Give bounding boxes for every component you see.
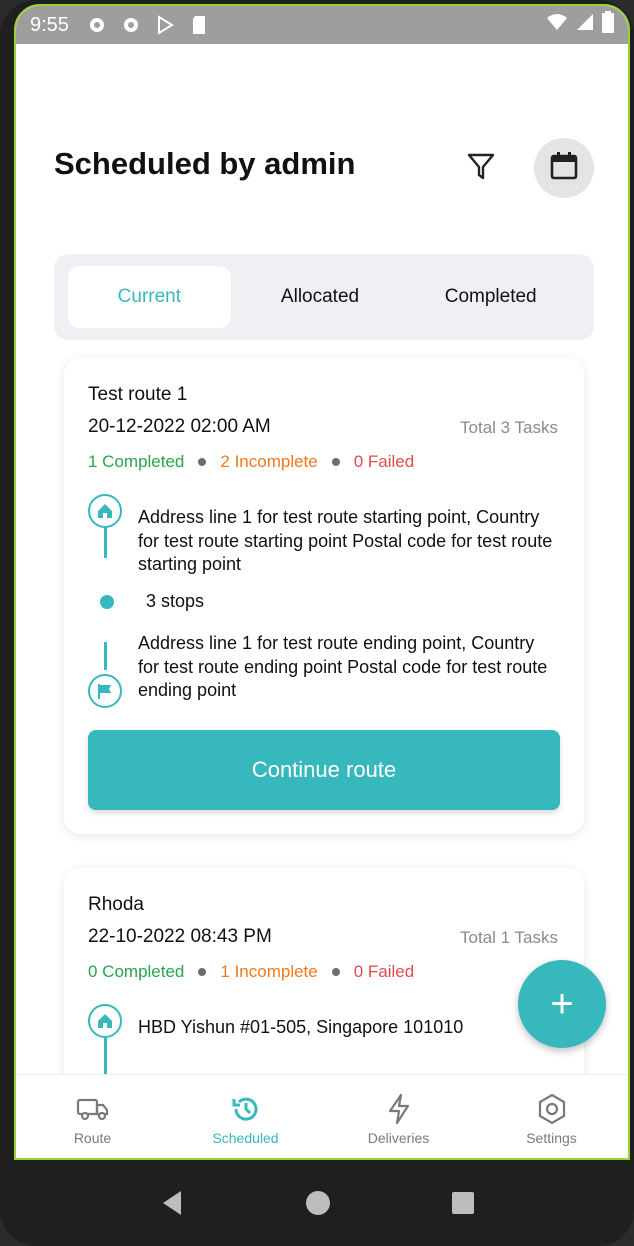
total-tasks: Total 1 Tasks xyxy=(460,928,558,947)
separator-dot xyxy=(198,968,207,976)
separator-dot xyxy=(331,458,340,466)
nav-label: Scheduled xyxy=(212,1129,279,1146)
status-time: 9:55 xyxy=(30,13,69,36)
separator-dot xyxy=(198,458,207,466)
wifi-icon xyxy=(546,13,568,37)
gear-icon xyxy=(85,13,109,37)
timeline-line xyxy=(104,528,107,558)
tab-completed[interactable]: Completed xyxy=(409,266,572,328)
app-screen: 9:55 Scheduled by admin Current Allocate… xyxy=(14,4,630,1160)
play-store-icon xyxy=(153,13,177,37)
route-card[interactable]: Test route 1 20-12-2022 02:00 AM Total 3… xyxy=(64,358,584,834)
completed-count: 1 Completed xyxy=(88,452,185,471)
home-button-icon[interactable] xyxy=(305,1190,331,1216)
status-bar: 9:55 xyxy=(16,6,628,44)
nav-item-deliveries[interactable]: Deliveries xyxy=(322,1075,475,1158)
nav-label: Route xyxy=(73,1129,112,1146)
nav-item-scheduled[interactable]: Scheduled xyxy=(169,1075,322,1158)
nav-label: Settings xyxy=(526,1129,577,1146)
start-address: Address line 1 for test route starting p… xyxy=(138,507,553,574)
failed-count: 0 Failed xyxy=(353,962,415,981)
timeline-line xyxy=(104,1038,107,1078)
stops-count: 3 stops xyxy=(146,591,205,611)
route-name: Test route 1 xyxy=(88,384,188,405)
timeline-line xyxy=(104,642,107,670)
bottom-nav: Route Scheduled Deliveries Settings xyxy=(16,1074,628,1158)
tab-current[interactable]: Current xyxy=(68,266,231,328)
truck-icon xyxy=(76,1092,110,1126)
phone-frame: 9:55 Scheduled by admin Current Allocate… xyxy=(0,0,634,1246)
end-address: Address line 1 for test route ending poi… xyxy=(138,633,548,700)
signal-icon xyxy=(576,13,594,37)
stops-dot xyxy=(100,595,114,609)
completed-count: 0 Completed xyxy=(88,962,185,981)
gear-icon xyxy=(119,13,143,37)
incomplete-count: 2 Incomplete xyxy=(220,452,318,471)
tab-allocated[interactable]: Allocated xyxy=(239,266,402,328)
plus-icon: + xyxy=(550,981,574,1026)
lightning-icon xyxy=(382,1092,416,1126)
task-stats: 1 Completed 2 Incomplete 0 Failed xyxy=(88,452,414,472)
filter-icon xyxy=(466,152,496,187)
separator-dot xyxy=(331,968,340,976)
history-icon xyxy=(229,1092,263,1126)
start-address: HBD Yishun #01-505, Singapore 101010 xyxy=(138,1017,464,1037)
calendar-icon xyxy=(549,151,579,186)
total-tasks: Total 3 Tasks xyxy=(460,418,558,437)
route-name: Rhoda xyxy=(88,894,144,915)
recents-icon[interactable] xyxy=(451,1191,475,1215)
page-title: Scheduled by admin xyxy=(54,146,356,181)
nav-label: Deliveries xyxy=(367,1129,430,1146)
nav-item-route[interactable]: Route xyxy=(16,1075,169,1158)
system-nav-bar xyxy=(0,1160,634,1246)
route-date: 22-10-2022 08:43 PM xyxy=(88,926,272,947)
battery-icon xyxy=(602,11,614,39)
failed-count: 0 Failed xyxy=(353,452,415,471)
sd-card-icon xyxy=(187,13,211,37)
back-icon[interactable] xyxy=(159,1189,185,1217)
add-route-button[interactable]: + xyxy=(518,960,606,1048)
calendar-button[interactable] xyxy=(534,138,594,198)
route-tabs: Current Allocated Completed xyxy=(54,254,594,340)
filter-button[interactable] xyxy=(460,148,502,190)
home-icon xyxy=(88,1004,122,1038)
status-right xyxy=(546,11,614,39)
task-stats: 0 Completed 1 Incomplete 0 Failed xyxy=(88,962,414,982)
continue-route-button[interactable]: Continue route xyxy=(88,730,560,810)
incomplete-count: 1 Incomplete xyxy=(220,962,318,981)
flag-icon xyxy=(88,674,122,708)
route-date: 20-12-2022 02:00 AM xyxy=(88,416,271,437)
home-icon xyxy=(88,494,122,528)
settings-hexagon-icon xyxy=(535,1092,569,1126)
nav-item-settings[interactable]: Settings xyxy=(475,1075,628,1158)
